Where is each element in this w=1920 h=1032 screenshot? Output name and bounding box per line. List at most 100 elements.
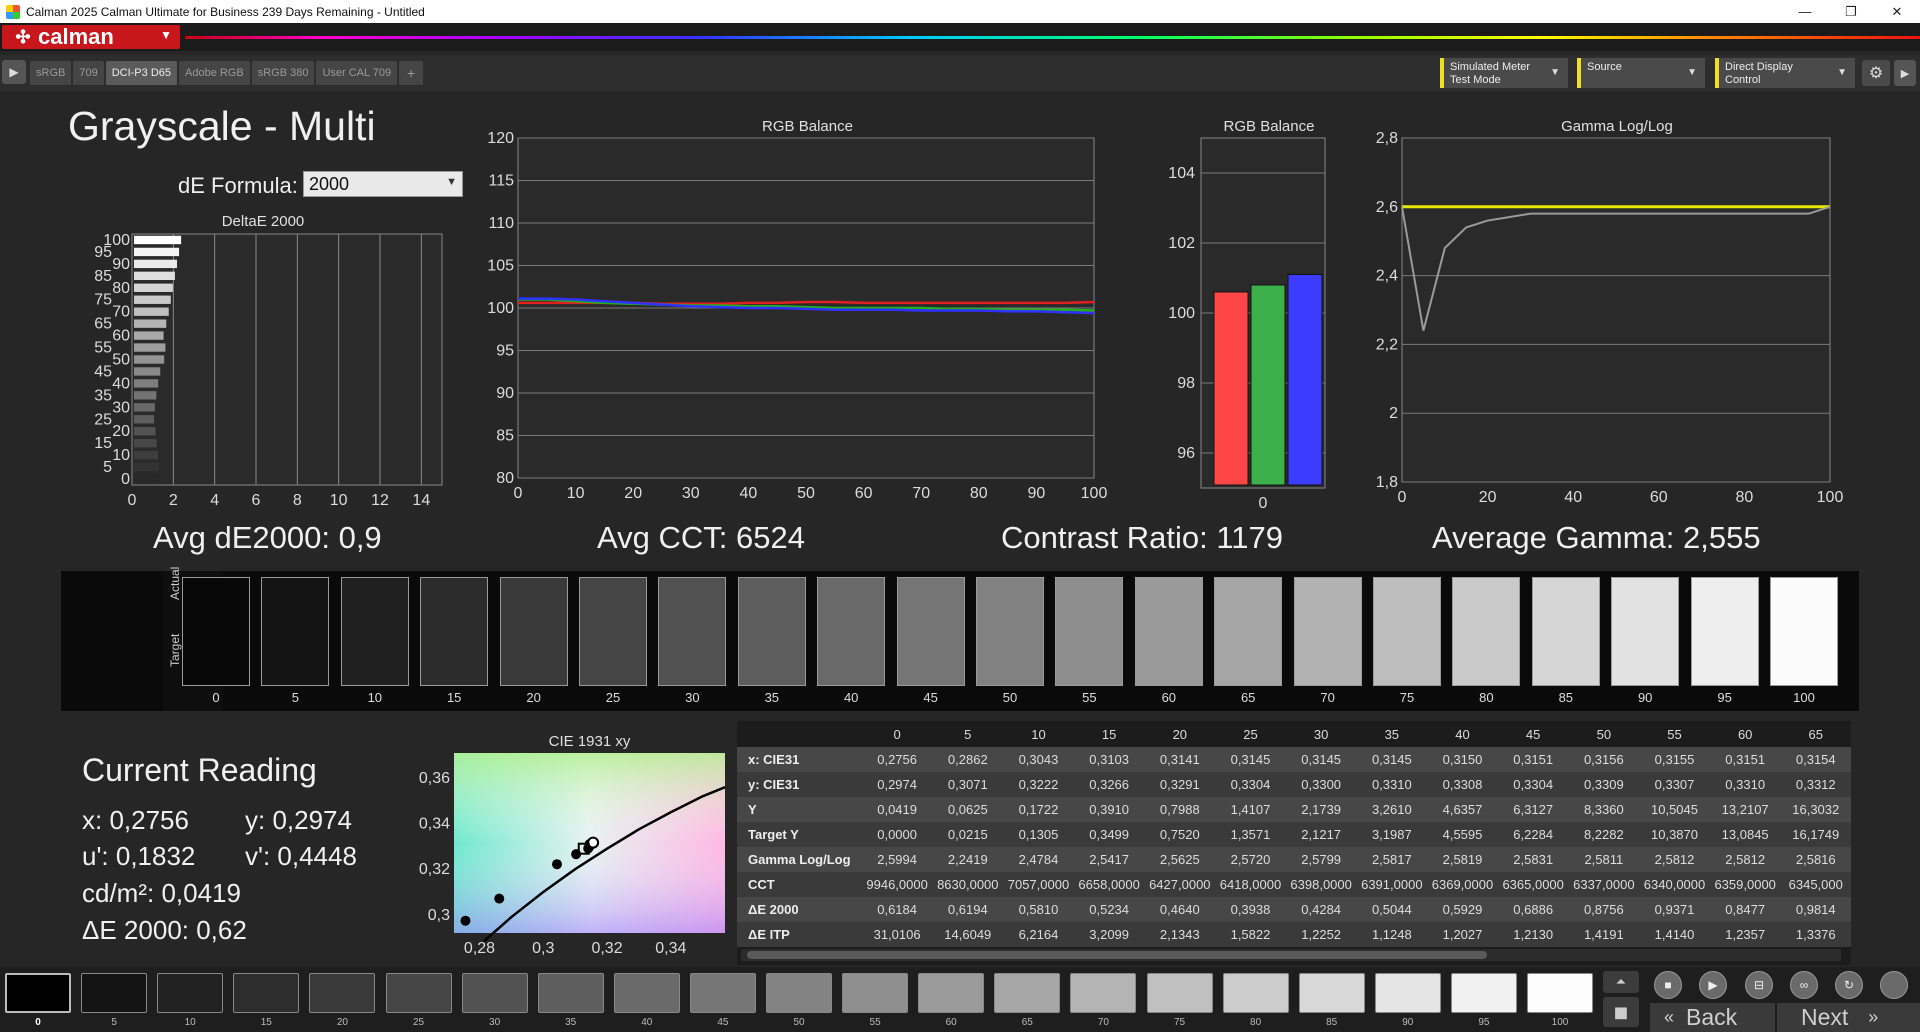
options-icon[interactable] bbox=[1880, 971, 1908, 999]
read-series-icon[interactable]: ⊟ bbox=[1745, 971, 1773, 999]
patch-button-90[interactable] bbox=[1374, 973, 1441, 1013]
rgb-line-x-tick: 50 bbox=[797, 485, 815, 502]
play-measure-icon[interactable]: ▶ bbox=[1699, 971, 1727, 999]
table-cell: 0,3307 bbox=[1639, 772, 1710, 797]
cie-chart: 0,28 0,3 0,32 0,34 0,3 0,32 0,34 0,36 bbox=[419, 753, 726, 957]
patch-button-65[interactable] bbox=[994, 973, 1061, 1013]
refresh-icon[interactable]: ↻ bbox=[1835, 971, 1863, 999]
display-selector[interactable]: Direct Display Control ▼ bbox=[1715, 58, 1855, 88]
meter-selector[interactable]: Simulated Meter Test Mode ▼ bbox=[1440, 58, 1568, 88]
table-row: x: CIE31 0,2756 0,2862 0,3043 0,3103 0,3141 0,… bbox=[737, 747, 1851, 772]
patch-button-30[interactable] bbox=[461, 973, 528, 1013]
table-cell: 1,5822 bbox=[1215, 922, 1286, 947]
deltae-y-tick: 90 bbox=[112, 256, 130, 273]
table-cell: 0,3151 bbox=[1497, 747, 1569, 772]
swatch-100 bbox=[1770, 577, 1838, 686]
reading-v: v': 0,4448 bbox=[245, 841, 357, 871]
de-formula-select[interactable]: 2000 ▼ bbox=[303, 171, 463, 197]
patch-button-45[interactable] bbox=[689, 973, 756, 1013]
rainbow-bar bbox=[185, 36, 1920, 39]
rgb-line-y-tick: 80 bbox=[496, 470, 514, 487]
minimize-button[interactable]: — bbox=[1782, 0, 1828, 23]
patch-button-5[interactable] bbox=[81, 973, 148, 1013]
table-cell: 0,6184 bbox=[861, 897, 933, 922]
table-row: ΔE ITP 31,0106 14,6049 6,2164 3,2099 2,1343 1,… bbox=[737, 922, 1851, 947]
table-row: Y 0,0419 0,0625 0,1722 0,3910 0,7988 1,4107 2,1… bbox=[737, 797, 1851, 822]
patch-button-75[interactable] bbox=[1146, 973, 1213, 1013]
gamma-y-tick: 2,4 bbox=[1376, 268, 1398, 285]
patch-button-85[interactable] bbox=[1298, 973, 1365, 1013]
patch-button-80[interactable] bbox=[1222, 973, 1289, 1013]
swatch-label: 40 bbox=[843, 690, 859, 705]
patch-button-100[interactable] bbox=[1527, 973, 1593, 1013]
cie-y-tick: 0,36 bbox=[419, 770, 450, 787]
tab-srgb-380[interactable]: sRGB 380 bbox=[251, 61, 315, 85]
patch-button-95[interactable] bbox=[1450, 973, 1517, 1013]
table-cell: 7057,0000 bbox=[1003, 872, 1074, 897]
stop-icon[interactable]: ■ bbox=[1654, 971, 1682, 999]
table-cell: 0,3308 bbox=[1427, 772, 1498, 797]
table-column-header: 0 bbox=[893, 726, 901, 742]
patch-button-10[interactable] bbox=[157, 973, 224, 1013]
patch-button-15[interactable] bbox=[233, 973, 300, 1013]
table-row-header: Y bbox=[737, 797, 862, 822]
patch-button-70[interactable] bbox=[1070, 973, 1137, 1013]
patch-button-25[interactable] bbox=[385, 973, 452, 1013]
patch-button-55[interactable] bbox=[842, 973, 909, 1013]
table-cell: 1,2130 bbox=[1497, 922, 1569, 947]
table-row: ΔE 2000 0,6184 0,6194 0,5810 0,5234 0,4640 0,3… bbox=[737, 897, 1851, 922]
table-column-header: 35 bbox=[1384, 726, 1400, 742]
collapse-icon[interactable]: ⏶ bbox=[1603, 971, 1639, 993]
swatch-label: 55 bbox=[1082, 690, 1097, 705]
deltae-y-tick: 100 bbox=[103, 232, 130, 249]
patch-button-60[interactable] bbox=[918, 973, 985, 1013]
table-cell: 0,5810 bbox=[1003, 897, 1074, 922]
table-row: Target Y 0,0000 0,0215 0,1305 0,3499 0,7520 1,… bbox=[737, 822, 1851, 847]
gamma-x-tick: 0 bbox=[1398, 489, 1407, 506]
calman-menu-button[interactable]: ✣ calman ▼ bbox=[2, 24, 180, 49]
tab-srgb[interactable]: sRGB bbox=[30, 61, 72, 85]
tab-user-cal-709[interactable]: User CAL 709 bbox=[316, 61, 398, 85]
stop-measure-icon[interactable]: ◼ bbox=[1603, 997, 1639, 1027]
swatch-label: 60 bbox=[1161, 690, 1177, 705]
next-button[interactable]: Next » bbox=[1777, 1003, 1920, 1032]
table-cell: 0,5044 bbox=[1356, 897, 1428, 922]
deltae-bar bbox=[134, 259, 177, 269]
deltae-chart: 0 2 4 6 8 10 12 1405101520253035404550556065707… bbox=[94, 232, 443, 509]
table-row-header: x: CIE31 bbox=[737, 747, 862, 772]
calman-window: Calman 2025 Calman Ultimate for Business… bbox=[0, 0, 1920, 1032]
scrollbar-thumb[interactable] bbox=[747, 951, 1487, 959]
rgb-bar-y-tick: 98 bbox=[1177, 375, 1195, 392]
tab-adobe-rgb[interactable]: Adobe RGB bbox=[179, 61, 250, 85]
patch-label: 85 bbox=[1326, 1017, 1338, 1028]
gear-icon[interactable]: ⚙ bbox=[1862, 60, 1890, 86]
close-button[interactable]: ✕ bbox=[1874, 0, 1920, 23]
patch-button-50[interactable] bbox=[766, 973, 832, 1013]
table-cell: 0,3304 bbox=[1497, 772, 1569, 797]
cie-x-tick: 0,34 bbox=[655, 940, 686, 957]
patch-button-0[interactable] bbox=[5, 973, 71, 1013]
table-cell: 2,5816 bbox=[1780, 847, 1851, 872]
back-button[interactable]: « Back bbox=[1650, 1003, 1775, 1032]
expand-right-icon[interactable]: ▶ bbox=[1894, 60, 1916, 86]
patch-button-40[interactable] bbox=[613, 973, 680, 1013]
patch-button-20[interactable] bbox=[309, 973, 376, 1013]
gamma-y-tick: 2,6 bbox=[1376, 199, 1398, 216]
gamma-x-tick: 100 bbox=[1817, 489, 1844, 506]
table-cell: 2,5720 bbox=[1215, 847, 1286, 872]
swatch-30 bbox=[658, 577, 727, 686]
source-selector[interactable]: Source ▼ bbox=[1577, 58, 1705, 88]
patch-label: 0 bbox=[35, 1017, 41, 1028]
rgb-line-y-tick: 120 bbox=[487, 132, 514, 147]
add-tab-button[interactable]: + bbox=[399, 61, 424, 85]
table-cell: 0,3154 bbox=[1780, 747, 1851, 772]
gamma-chart: 1,8 2 2,2 2,4 2,6 2,8 0 20 40 60 80 100 bbox=[1376, 132, 1844, 506]
continuous-icon[interactable]: ∞ bbox=[1790, 971, 1818, 999]
table-cell: 14,6049 bbox=[932, 922, 1004, 947]
maximize-button[interactable]: ❐ bbox=[1828, 0, 1874, 23]
tab-dci-p3-d65[interactable]: DCI-P3 D65 bbox=[105, 61, 177, 85]
table-cell: 0,5234 bbox=[1073, 897, 1145, 922]
play-icon[interactable]: ▶ bbox=[2, 60, 26, 84]
patch-button-35[interactable] bbox=[537, 973, 604, 1013]
tab-709[interactable]: 709 bbox=[73, 61, 104, 85]
